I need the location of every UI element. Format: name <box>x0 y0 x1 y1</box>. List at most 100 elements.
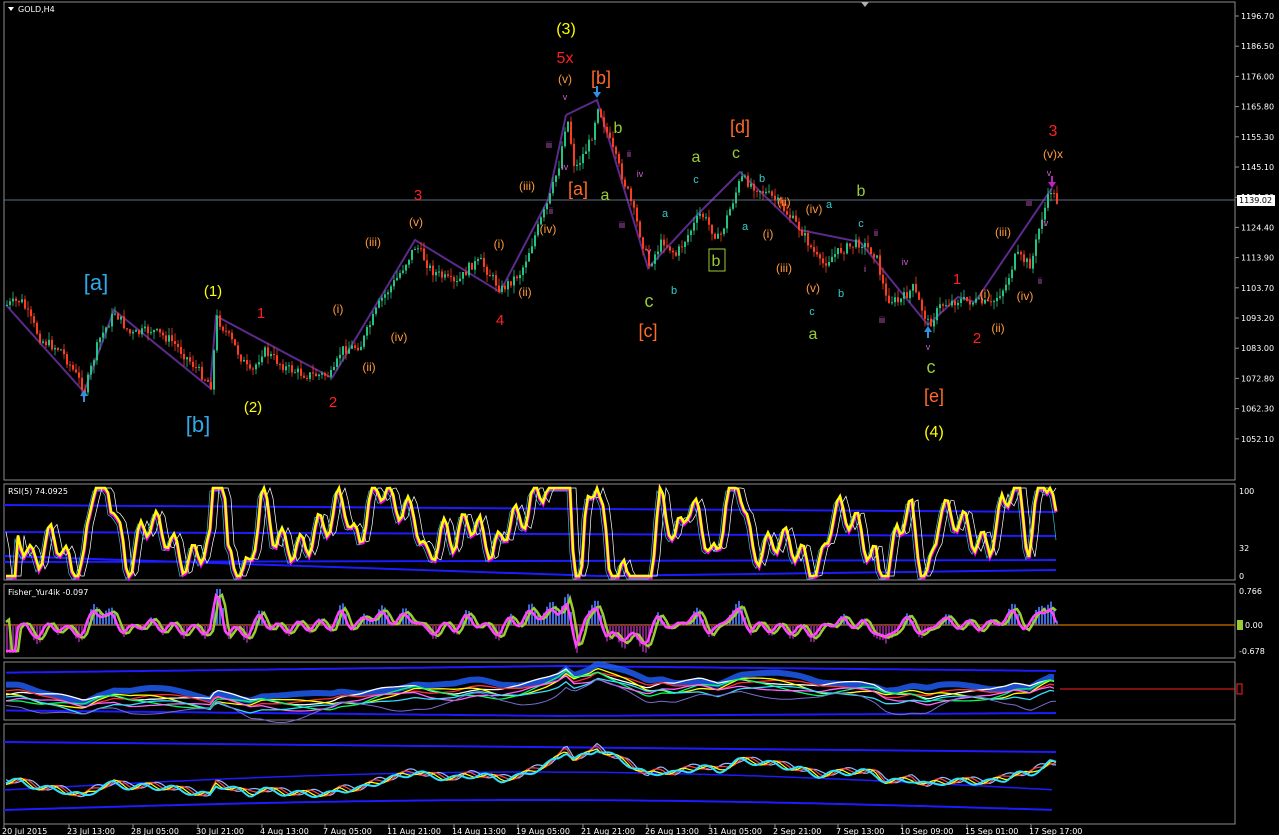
candle-body <box>546 203 548 210</box>
candle-body <box>189 357 191 362</box>
time-tick-label: 10 Sep 09:00 <box>900 827 953 835</box>
candle-body <box>903 292 905 299</box>
candle-body <box>486 266 488 275</box>
candle-body <box>1017 251 1019 254</box>
candle-body <box>699 213 701 216</box>
time-tick-label: 17 Sep 17:00 <box>1029 827 1082 835</box>
fisher-bar <box>624 625 626 649</box>
wave-label: iii <box>1026 198 1032 208</box>
candle-body <box>759 191 761 193</box>
candle-body <box>732 203 734 209</box>
fisher-tick-top: 0.766 <box>1239 587 1262 596</box>
candle-body <box>876 255 878 258</box>
candle-body <box>390 286 392 293</box>
current-price-label: 1139.02 <box>1239 196 1272 205</box>
wave-label: (i) <box>763 227 774 241</box>
candle-body <box>972 302 974 305</box>
fisher-bar <box>1041 605 1043 625</box>
candle-body <box>657 251 659 255</box>
candle-body <box>576 164 578 167</box>
candle-body <box>879 255 881 275</box>
candle-body <box>222 326 224 331</box>
candle-body <box>519 274 521 279</box>
candle-body <box>180 346 182 354</box>
candle-body <box>969 300 971 305</box>
candle-body <box>714 233 716 239</box>
wave-label: b <box>759 173 765 185</box>
candle-body <box>963 296 965 299</box>
candle-body <box>588 139 590 152</box>
candle-body <box>348 348 350 354</box>
candle-body <box>795 215 797 222</box>
wave-label: (v) <box>409 215 423 229</box>
candle-body <box>345 346 347 354</box>
trading-chart[interactable]: [a] [b] (1) (2) 1 2 (i) (ii) (iii) (iv) (v) 3 (i) (ii… <box>0 0 1279 835</box>
wave-label: b <box>671 285 677 297</box>
wave-label: (iv) <box>391 330 408 344</box>
candle-body <box>1050 192 1052 195</box>
time-tick-label: 20 Jul 2015 <box>2 827 47 835</box>
candle-body <box>15 298 17 301</box>
candle-body <box>897 297 899 303</box>
fisher-bar <box>6 625 8 653</box>
wave-label: (iii) <box>776 261 792 275</box>
wave-label: [b] <box>591 68 611 88</box>
candle-body <box>882 274 884 284</box>
candle-body <box>117 313 119 320</box>
candle-body <box>150 332 152 334</box>
candle-body <box>177 344 179 347</box>
candle-body <box>789 214 791 219</box>
candle-body <box>87 374 89 393</box>
candle-body <box>798 221 800 230</box>
price-tick-label: 1196.70 <box>1241 12 1274 21</box>
candle-body <box>765 191 767 194</box>
candle-body <box>870 247 872 255</box>
candle-body <box>504 285 506 290</box>
candle-body <box>45 341 47 346</box>
time-tick-label: 31 Aug 05:00 <box>708 827 762 835</box>
time-tick-label: 21 Aug 21:00 <box>581 827 635 835</box>
candle-body <box>195 367 197 369</box>
wave-label: (i) <box>980 287 991 301</box>
candle-body <box>960 298 962 303</box>
candle-body <box>597 109 599 123</box>
wave-label: (3) <box>556 21 576 38</box>
time-tick-label: 26 Aug 13:00 <box>645 827 699 835</box>
price-tick-label: 1103.70 <box>1241 284 1274 293</box>
candle-body <box>762 191 764 194</box>
candle-body <box>261 356 263 363</box>
candle-body <box>738 180 740 193</box>
candle-body <box>711 224 713 234</box>
candle-body <box>810 245 812 248</box>
candle-body <box>33 316 35 323</box>
candle-body <box>219 315 221 327</box>
candle-body <box>357 347 359 351</box>
candle-body <box>786 211 788 215</box>
candle-body <box>483 257 485 267</box>
wave-label: b <box>614 120 623 137</box>
candle-body <box>321 373 323 375</box>
candle-body <box>1056 193 1058 205</box>
wave-label: v <box>647 246 652 256</box>
candle-body <box>954 300 956 306</box>
candle-body <box>591 139 593 141</box>
candle-body <box>21 299 23 303</box>
candle-body <box>867 242 869 248</box>
price-tick-label: 1093.20 <box>1241 314 1274 323</box>
fisher-value-marker <box>1237 620 1243 630</box>
candle-body <box>900 298 902 303</box>
fisher-tick-bottom: -0.678 <box>1239 647 1265 656</box>
candle-body <box>642 237 644 249</box>
price-tick-label: 1113.90 <box>1241 254 1274 263</box>
price-tick-label: 1062.30 <box>1241 405 1274 414</box>
candle-body <box>585 151 587 154</box>
candle-body <box>609 132 611 138</box>
candle-body <box>63 349 65 355</box>
candle-body <box>339 354 341 359</box>
candle-body <box>366 327 368 336</box>
candle-body <box>552 181 554 194</box>
candle-body <box>828 262 830 266</box>
candle-body <box>720 233 722 235</box>
candle-body <box>249 364 251 369</box>
candle-body <box>606 126 608 133</box>
